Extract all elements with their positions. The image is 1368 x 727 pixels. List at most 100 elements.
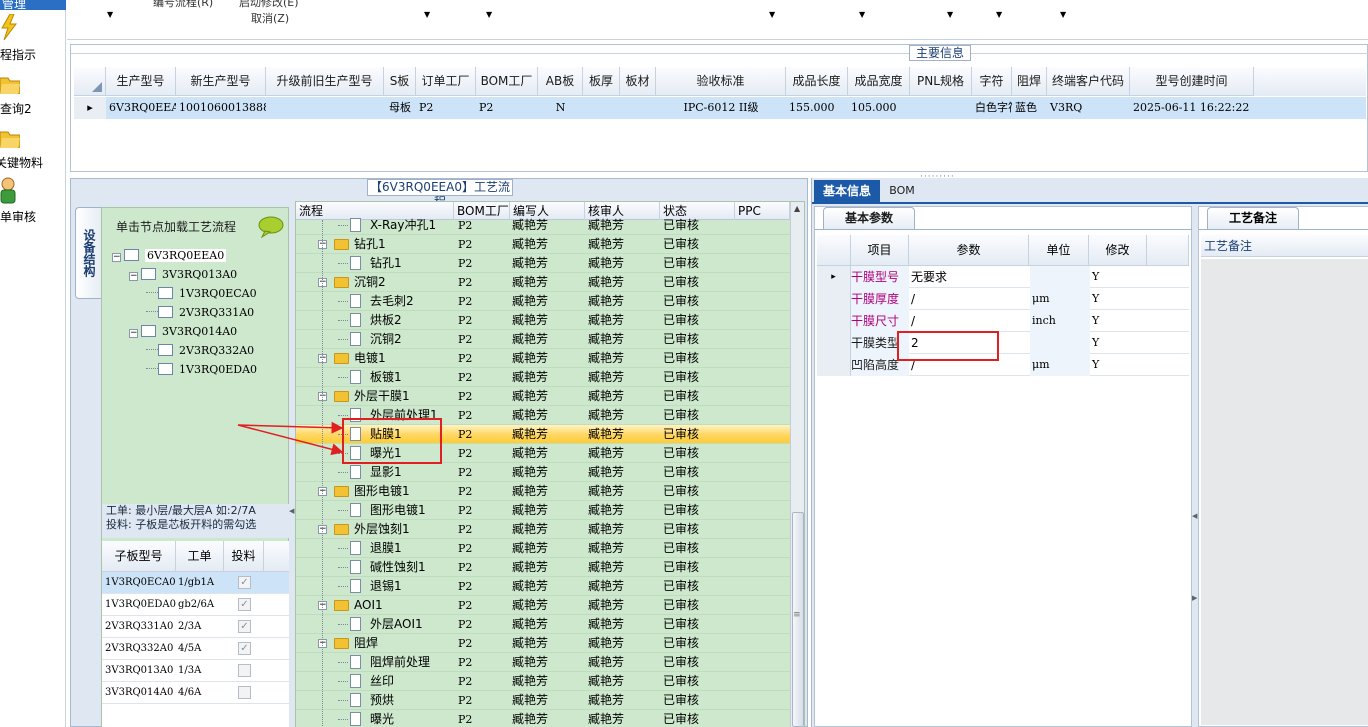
column-header[interactable]: 成品宽度	[848, 67, 910, 96]
scrollbar[interactable]: ▲ ≡	[790, 202, 804, 727]
column-header[interactable]: AB板	[538, 67, 583, 96]
sidebar-item-key-material[interactable]: 关键物料	[0, 154, 66, 172]
column-header[interactable]: 升级前旧生产型号	[266, 67, 384, 96]
flow-row[interactable]: 显影1 P2 臧艳芳 臧艳芳 已审核	[296, 463, 790, 482]
column-header[interactable]: 参数	[909, 235, 1029, 266]
dropdown-arrow-icon[interactable]: ▼	[859, 10, 865, 19]
tab-device-structure[interactable]: 设备结构	[75, 207, 101, 299]
flow-row[interactable]: 退锡1 P2 臧艳芳 臧艳芳 已审核	[296, 577, 790, 596]
column-header[interactable]: 阻焊	[1012, 67, 1047, 96]
menu-cancel[interactable]: 取消(Z)	[251, 10, 289, 26]
flow-row[interactable]: − 外层干膜1 P2 臧艳芳 臧艳芳 已审核	[296, 387, 790, 406]
flow-row[interactable]: 烘板2 P2 臧艳芳 臧艳芳 已审核	[296, 311, 790, 330]
flow-row[interactable]: − 钻孔1 P2 臧艳芳 臧艳芳 已审核	[296, 235, 790, 254]
feed-checkbox[interactable]: ✓	[238, 620, 251, 633]
sidebar-item-audit[interactable]: 单审核	[0, 208, 66, 226]
dropdown-arrow-icon[interactable]: ▼	[996, 10, 1002, 19]
tree-node[interactable]: − 6V3RQ0EEA0	[112, 246, 227, 265]
feed-checkbox[interactable]: ✓	[238, 642, 251, 655]
column-header[interactable]: 板材	[620, 67, 656, 96]
column-header[interactable]: 项目	[851, 235, 909, 266]
column-header[interactable]: 订单工厂	[416, 67, 476, 96]
param-row[interactable]: 干膜类型 2 Y	[817, 332, 1189, 354]
table-row[interactable]: ▸6V3RQ0EEA010010600138884 母板 P2 P2 N IPC-6012…	[74, 97, 1366, 119]
collapse-icon[interactable]: −	[129, 329, 138, 338]
notes-body[interactable]	[1201, 259, 1368, 725]
flow-row[interactable]: − AOI1 P2 臧艳芳 臧艳芳 已审核	[296, 596, 790, 615]
param-row[interactable]: 干膜厚度 / μm Y	[817, 288, 1189, 310]
flow-row[interactable]: − 电镀1 P2 臧艳芳 臧艳芳 已审核	[296, 349, 790, 368]
column-header[interactable]: 板厚	[583, 67, 620, 96]
tree-node[interactable]: − 3V3RQ014A0	[129, 322, 237, 341]
column-header[interactable]: BOM工厂	[476, 67, 538, 96]
table-row[interactable]: 2V3RQ331A0 2/3A ✓	[102, 616, 290, 638]
dropdown-arrow-icon[interactable]: ▼	[769, 10, 775, 19]
tab-basic-params[interactable]: 基本参数	[823, 207, 915, 229]
dropdown-arrow-icon[interactable]: ▼	[107, 10, 113, 19]
feed-checkbox[interactable]: ✓	[238, 576, 251, 589]
column-header[interactable]: S板	[384, 67, 416, 96]
collapse-icon[interactable]: −	[129, 272, 138, 281]
collapse-icon[interactable]: −	[112, 253, 121, 262]
flow-row[interactable]: 板镀1 P2 臧艳芳 臧艳芳 已审核	[296, 368, 790, 387]
feed-checkbox[interactable]	[238, 664, 251, 677]
tab-bom[interactable]: BOM	[882, 180, 922, 202]
table-row[interactable]: 1V3RQ0EDA0 gb2/6A ✓	[102, 594, 290, 616]
flow-row[interactable]: 预烘 P2 臧艳芳 臧艳芳 已审核	[296, 691, 790, 710]
flow-row[interactable]: 退膜1 P2 臧艳芳 臧艳芳 已审核	[296, 539, 790, 558]
column-header[interactable]: 型号创建时间	[1130, 67, 1254, 96]
sidebar-item-manage[interactable]: 管理	[0, 0, 66, 10]
feed-checkbox[interactable]: ✓	[238, 598, 251, 611]
column-header[interactable]: 投料	[224, 541, 264, 572]
table-row[interactable]: 2V3RQ332A0 4/5A ✓	[102, 638, 290, 660]
flow-row[interactable]: 曝光 P2 臧艳芳 臧艳芳 已审核	[296, 710, 790, 727]
table-row[interactable]: 3V3RQ013A0 1/3A	[102, 660, 290, 682]
flow-row[interactable]: X-Ray冲孔1 P2 臧艳芳 臧艳芳 已审核	[296, 216, 790, 235]
column-header[interactable]: 字符	[972, 67, 1012, 96]
column-header[interactable]: 修改	[1089, 235, 1147, 266]
dropdown-arrow-icon[interactable]: ▼	[424, 10, 430, 19]
flow-row[interactable]: 外层AOI1 P2 臧艳芳 臧艳芳 已审核	[296, 615, 790, 634]
flow-row[interactable]: − 阻焊 P2 臧艳芳 臧艳芳 已审核	[296, 634, 790, 653]
flow-row[interactable]: − 沉铜2 P2 臧艳芳 臧艳芳 已审核	[296, 273, 790, 292]
table-row[interactable]: 3V3RQ014A0 4/6A	[102, 682, 290, 704]
column-header[interactable]: 单位	[1029, 235, 1089, 266]
feed-checkbox[interactable]	[238, 686, 251, 699]
column-header[interactable]: 成品长度	[786, 67, 848, 96]
flow-row[interactable]: 去毛刺2 P2 臧艳芳 臧艳芳 已审核	[296, 292, 790, 311]
column-header[interactable]: 新生产型号	[176, 67, 266, 96]
flow-row[interactable]: 丝印 P2 臧艳芳 臧艳芳 已审核	[296, 672, 790, 691]
param-row[interactable]: 干膜尺寸 / inch Y	[817, 310, 1189, 332]
flow-row[interactable]: 沉铜2 P2 臧艳芳 臧艳芳 已审核	[296, 330, 790, 349]
flow-row[interactable]: 碱性蚀刻1 P2 臧艳芳 臧艳芳 已审核	[296, 558, 790, 577]
column-header[interactable]: 终端客户代码	[1047, 67, 1130, 96]
param-value[interactable]: /	[911, 310, 1029, 332]
flow-row[interactable]: 钻孔1 P2 臧艳芳 臧艳芳 已审核	[296, 254, 790, 273]
tree-node[interactable]: − 3V3RQ013A0	[129, 265, 237, 284]
scroll-up-icon[interactable]: ▲	[794, 204, 800, 213]
column-header[interactable]: 工单	[176, 541, 224, 572]
dropdown-arrow-icon[interactable]: ▼	[486, 10, 492, 19]
tab-basic-info[interactable]: 基本信息	[814, 180, 880, 202]
dropdown-arrow-icon[interactable]: ▼	[947, 10, 953, 19]
tree-node[interactable]: 2V3RQ331A0	[146, 303, 254, 322]
flow-row[interactable]: 图形电镀1 P2 臧艳芳 臧艳芳 已审核	[296, 501, 790, 520]
menu-number-flow[interactable]: 编号流程(R)	[153, 0, 213, 10]
flow-row[interactable]: − 外层蚀刻1 P2 臧艳芳 臧艳芳 已审核	[296, 520, 790, 539]
dropdown-arrow-icon[interactable]: ▼	[1060, 10, 1066, 19]
menu-start-modify[interactable]: 启动修改(E)	[239, 0, 299, 10]
column-header[interactable]: 生产型号	[106, 67, 176, 96]
tab-notes[interactable]: 工艺备注	[1207, 207, 1299, 229]
column-header[interactable]: PNL规格	[910, 67, 972, 96]
sidebar-item-process[interactable]: 程指示	[0, 46, 66, 64]
sidebar-item-query[interactable]: 查询2	[0, 100, 66, 118]
param-value[interactable]: 无要求	[911, 266, 1029, 288]
tree-node[interactable]: 1V3RQ0ECA0	[146, 284, 257, 303]
tree-node[interactable]: 1V3RQ0EDA0	[146, 360, 257, 379]
param-row[interactable]: ▸ 干膜型号 无要求 Y	[817, 266, 1189, 288]
param-value[interactable]: /	[911, 288, 1029, 310]
flow-row[interactable]: − 图形电镀1 P2 臧艳芳 臧艳芳 已审核	[296, 482, 790, 501]
column-header[interactable]: 验收标准	[656, 67, 786, 96]
table-row[interactable]: 1V3RQ0ECA0 1/gb1A ✓	[102, 572, 290, 594]
flow-row[interactable]: 阻焊前处理 P2 臧艳芳 臧艳芳 已审核	[296, 653, 790, 672]
